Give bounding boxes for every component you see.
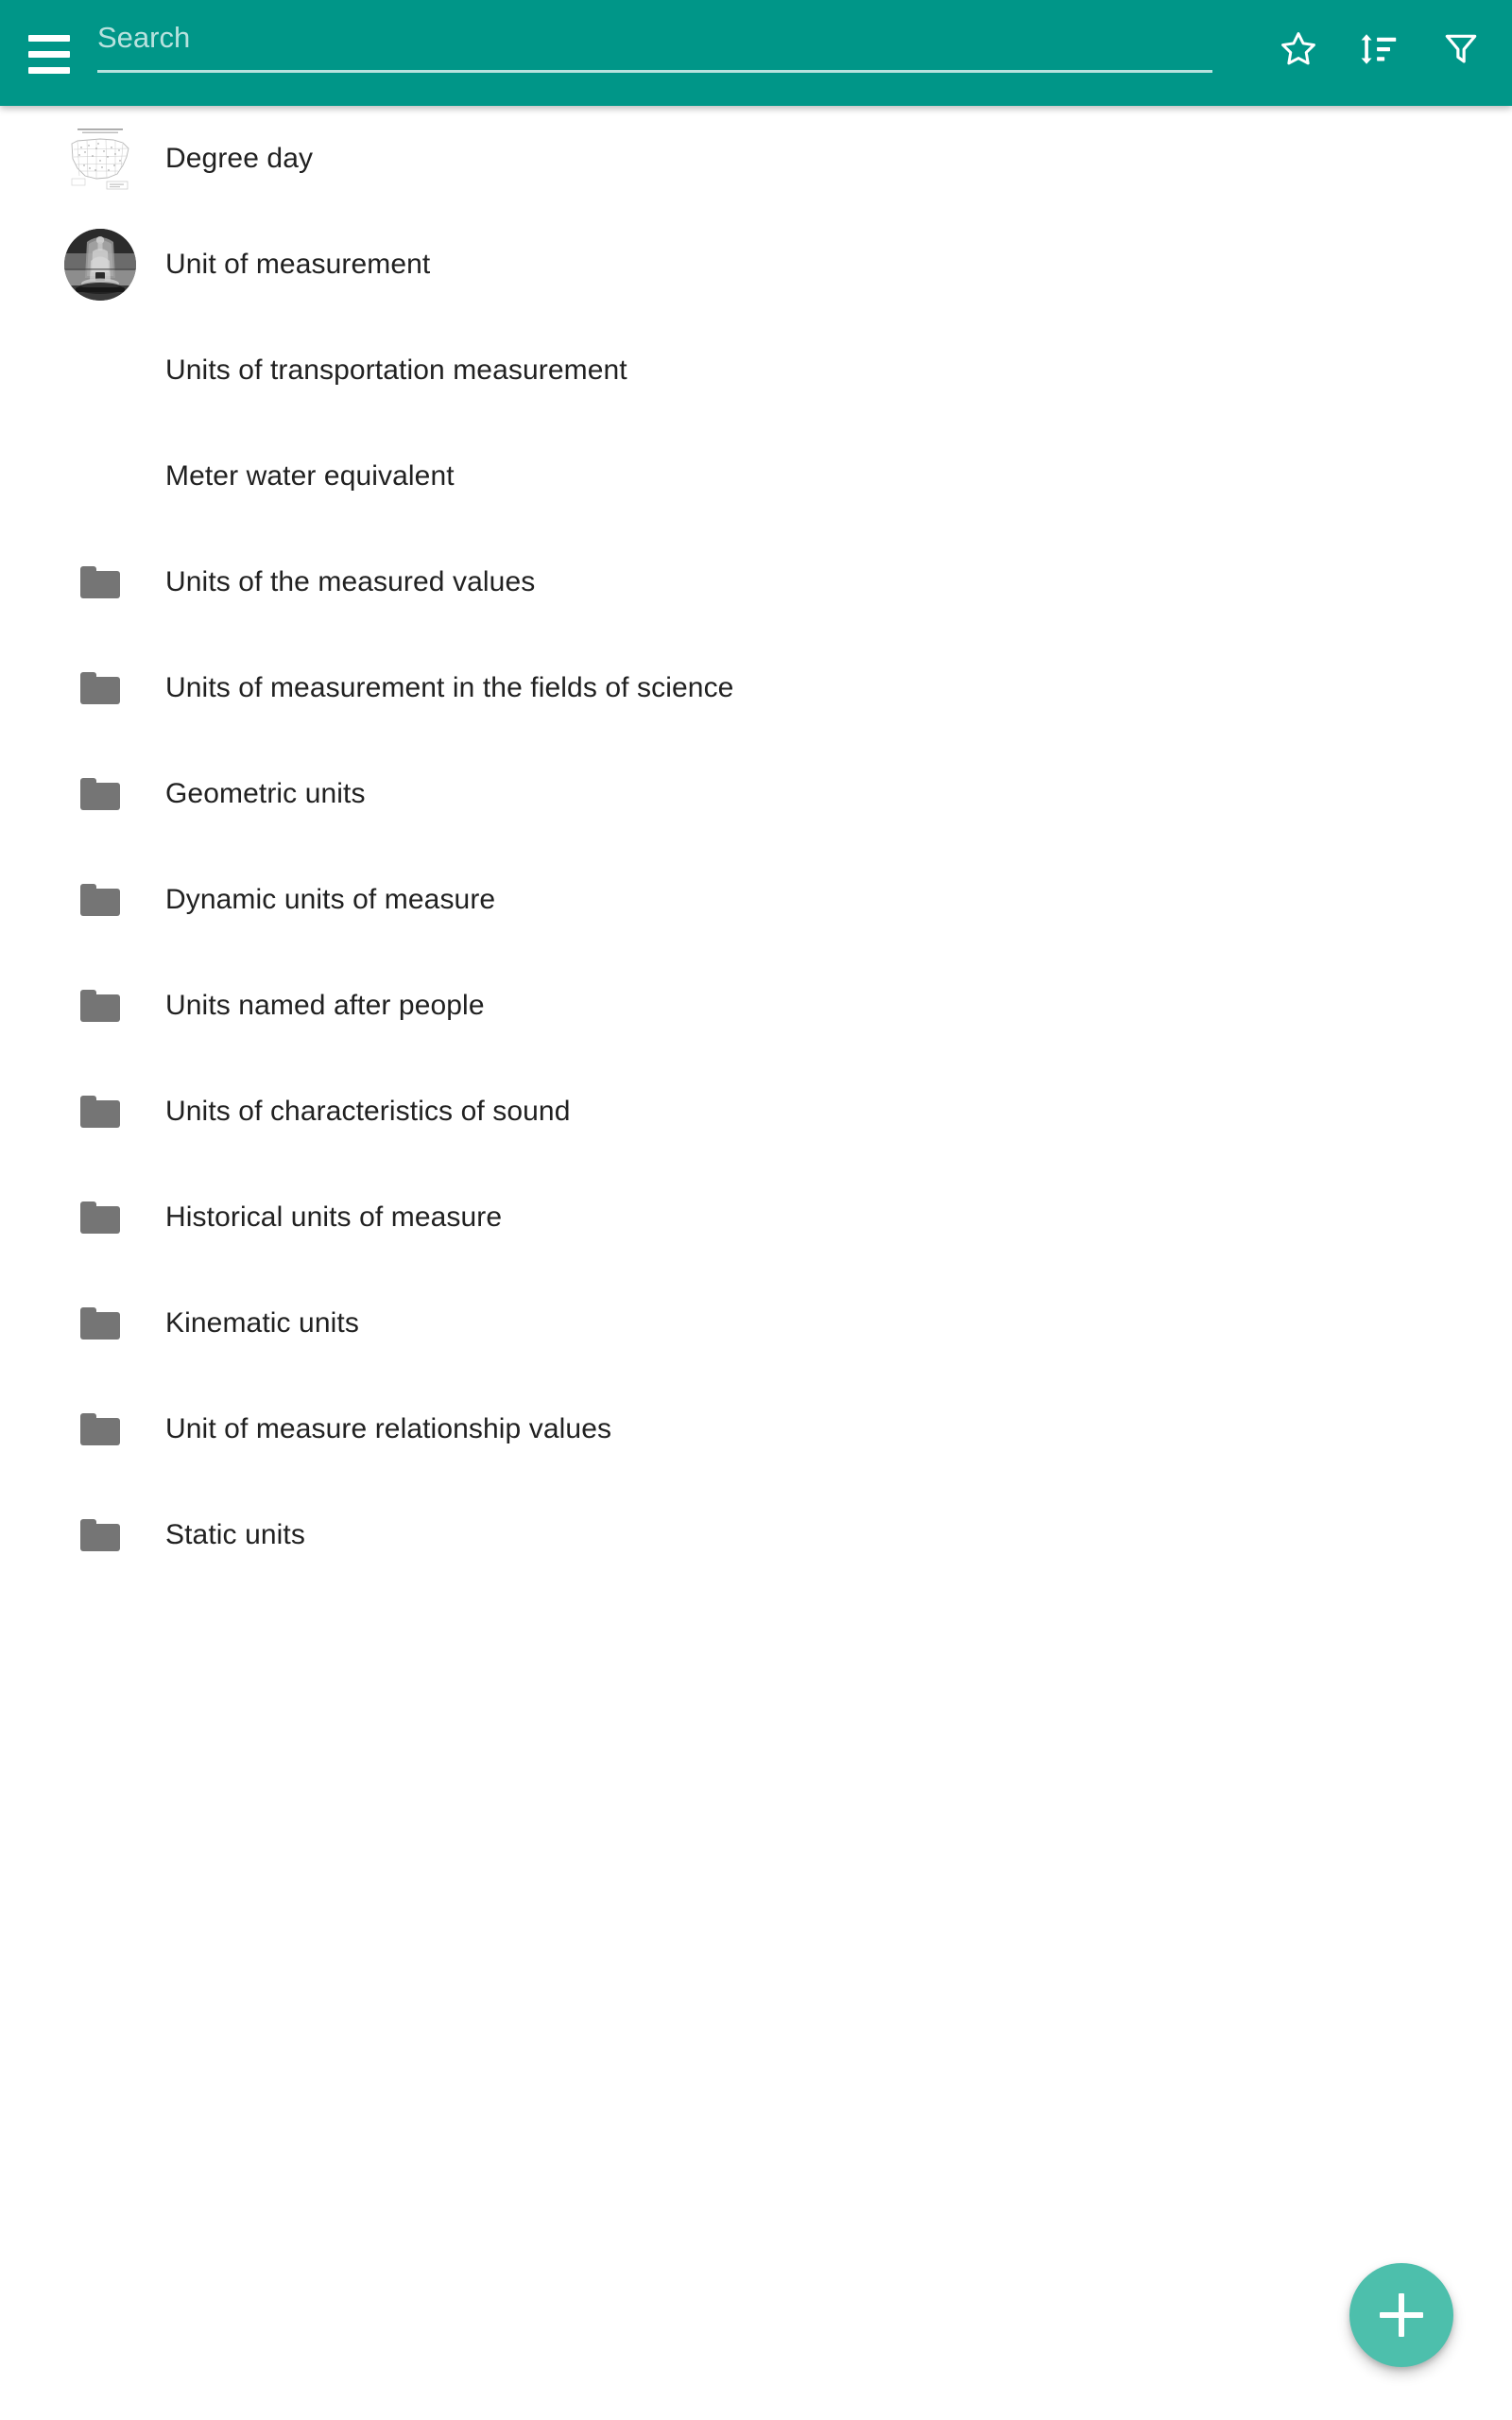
search-field[interactable] [97, 17, 1212, 74]
list-item-label: Degree day [165, 143, 314, 174]
list-item[interactable]: Static units [0, 1482, 1512, 1588]
thumbnail-photo [62, 227, 138, 302]
list-item-label: Unit of measure relationship values [165, 1413, 612, 1444]
search-input[interactable] [97, 17, 1212, 59]
favorites-button[interactable] [1264, 15, 1332, 83]
entry-list: Degree day Unit of measurement Units of … [0, 106, 1512, 1588]
folder-icon [62, 756, 138, 832]
folder-icon [62, 544, 138, 620]
list-item-label: Static units [165, 1519, 305, 1550]
folder-icon [62, 1074, 138, 1150]
list-item-no-icon [62, 333, 138, 408]
list-item-label: Units of characteristics of sound [165, 1096, 571, 1127]
map-thumbnail-image [64, 123, 136, 195]
list-item-label: Dynamic units of measure [165, 884, 496, 915]
hamburger-bar-1 [28, 35, 70, 42]
list-item-label: Geometric units [165, 778, 366, 809]
list-item-label: Historical units of measure [165, 1201, 503, 1233]
kilogram-prototype-thumbnail-image [64, 229, 136, 301]
folder-icon [62, 1286, 138, 1361]
list-item[interactable]: Dynamic units of measure [0, 847, 1512, 953]
list-item-label: Units of the measured values [165, 566, 536, 597]
list-item-label: Units of transportation measurement [165, 354, 627, 386]
list-item[interactable]: Unit of measurement [0, 212, 1512, 318]
list-item[interactable]: Units of the measured values [0, 529, 1512, 635]
star-outline-icon [1281, 32, 1315, 65]
list-item[interactable]: Units of measurement in the fields of sc… [0, 635, 1512, 741]
list-item[interactable]: Degree day [0, 106, 1512, 212]
sort-button[interactable] [1346, 15, 1414, 83]
folder-icon [62, 862, 138, 938]
list-item[interactable]: Meter water equivalent [0, 424, 1512, 529]
search-underline [97, 70, 1212, 73]
folder-icon [62, 650, 138, 726]
list-item[interactable]: Geometric units [0, 741, 1512, 847]
hamburger-bar-2 [28, 51, 70, 58]
list-item[interactable]: Historical units of measure [0, 1165, 1512, 1270]
list-item[interactable]: Units of characteristics of sound [0, 1059, 1512, 1165]
folder-icon [62, 1180, 138, 1255]
hamburger-menu-icon[interactable] [25, 28, 74, 74]
list-item-label: Units of measurement in the fields of sc… [165, 672, 734, 703]
hamburger-bar-3 [28, 67, 70, 74]
list-item-label: Kinematic units [165, 1307, 359, 1339]
add-button[interactable] [1349, 2263, 1453, 2367]
list-item[interactable]: Units of transportation measurement [0, 318, 1512, 424]
app-bar-actions [1264, 15, 1495, 83]
list-item-label: Meter water equivalent [165, 460, 455, 492]
thumbnail-map [62, 121, 138, 197]
sort-icon [1361, 34, 1397, 64]
list-item[interactable]: Units named after people [0, 953, 1512, 1059]
filter-funnel-icon [1445, 34, 1477, 63]
plus-icon-vertical [1399, 2293, 1404, 2337]
list-item-label: Units named after people [165, 990, 485, 1021]
list-item-label: Unit of measurement [165, 249, 431, 280]
list-item[interactable]: Kinematic units [0, 1270, 1512, 1376]
folder-icon [62, 968, 138, 1044]
app-bar [0, 0, 1512, 106]
folder-icon [62, 1497, 138, 1573]
list-item[interactable]: Unit of measure relationship values [0, 1376, 1512, 1482]
list-item-no-icon [62, 439, 138, 514]
filter-button[interactable] [1427, 15, 1495, 83]
folder-icon [62, 1392, 138, 1467]
